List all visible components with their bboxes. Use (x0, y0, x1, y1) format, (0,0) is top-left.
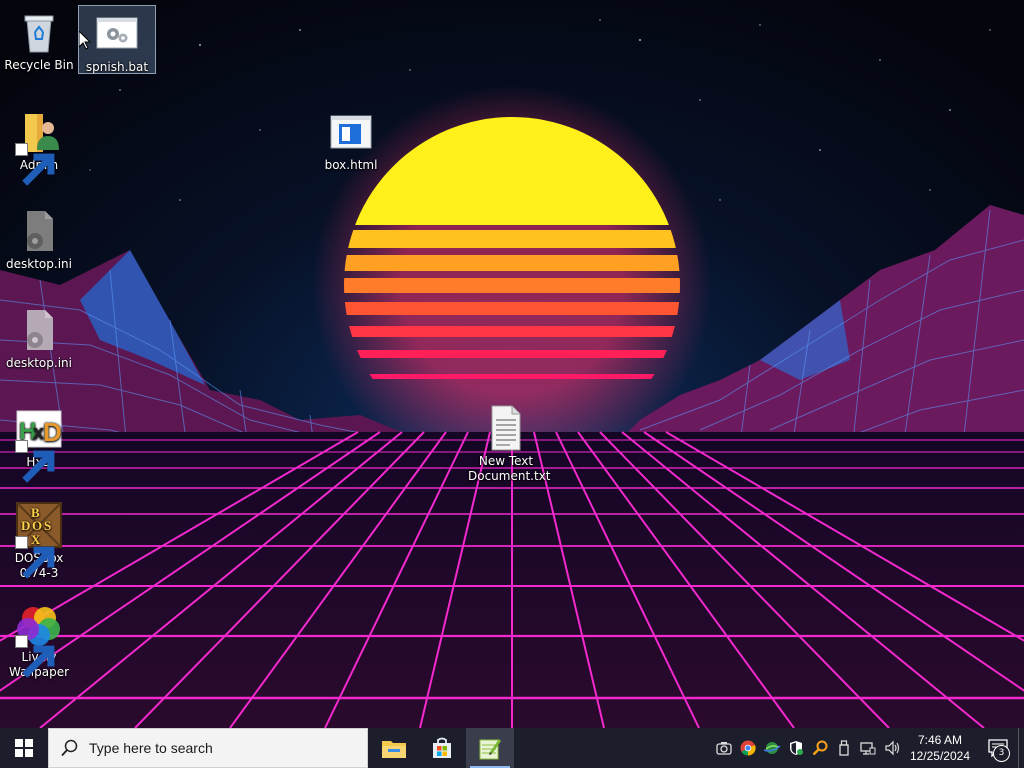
tray-chrome[interactable] (736, 728, 760, 768)
desktop-icon-label: Recycle Bin (4, 58, 74, 72)
user-folder-icon (15, 108, 63, 186)
desktop-icon-label: desktop.ini (6, 257, 72, 271)
search-icon (61, 739, 78, 757)
desktop-icon-dosbox[interactable]: B D O S X DOSBox 0.74-3 (1, 497, 77, 581)
search-placeholder: Type here to search (89, 740, 213, 756)
desktop-icon-new-text-document[interactable]: New Text Document.txt (468, 400, 551, 484)
clock-date: 12/25/2024 (909, 749, 970, 763)
tray-usb[interactable] (832, 728, 856, 768)
html-file-icon (327, 108, 375, 156)
desktop-icon-desktop-ini-1[interactable]: desktop.ini (1, 203, 77, 272)
desktop-icon-desktop-ini-2[interactable]: desktop.ini (1, 302, 77, 371)
shortcut-arrow-icon (15, 536, 55, 579)
tray-camera[interactable] (712, 728, 736, 768)
tray-search-tool[interactable] (808, 728, 832, 768)
show-desktop-button[interactable] (1018, 728, 1024, 768)
settings-file-icon (15, 207, 63, 255)
recycle-bin-icon (15, 8, 63, 56)
text-document-icon (482, 404, 530, 452)
desktop-icon-box-html[interactable]: box.html (313, 104, 389, 173)
system-tray: 7:46 AM 12/25/2024 3 (712, 728, 1024, 768)
network-globe-icon (763, 742, 780, 754)
usb-icon (839, 740, 849, 756)
wallpaper (0, 0, 1024, 728)
security-shield-icon (789, 741, 803, 755)
shortcut-arrow-icon (15, 440, 55, 483)
taskbar-app-file-explorer[interactable] (370, 728, 418, 768)
windows-logo-icon (15, 739, 33, 757)
batch-file-icon (93, 10, 141, 58)
taskbar-clock[interactable]: 7:46 AM 12/25/2024 (904, 732, 978, 764)
desktop-icon-lively-wallpaper[interactable]: Lively Wallpaper (1, 596, 77, 680)
hxd-icon: H x D (15, 405, 63, 483)
tray-network[interactable] (856, 728, 880, 768)
tray-security[interactable] (784, 728, 808, 768)
taskbar-app-microsoft-store[interactable] (418, 728, 466, 768)
notepad-plus-icon (479, 739, 501, 760)
search-tool-icon (812, 740, 828, 756)
dosbox-icon: B D O S X (15, 501, 63, 579)
mouse-cursor-icon (79, 31, 91, 50)
chrome-icon (740, 740, 756, 756)
desktop-icon-admin[interactable]: Admin (1, 104, 77, 186)
file-explorer-icon (382, 741, 406, 758)
search-box[interactable]: Type here to search (48, 728, 368, 768)
desktop-icon-label: New Text Document.txt (468, 454, 551, 483)
desktop-icon-hxd[interactable]: H x D HxD (1, 401, 77, 483)
settings-file-icon (15, 306, 63, 354)
taskbar: Type here to search 7:46 AM 12/25/2024 3 (0, 728, 1024, 768)
taskbar-app-notepad-plus-plus[interactable] (466, 728, 514, 768)
tray-volume[interactable] (880, 728, 904, 768)
desktop-icon-label: box.html (324, 158, 378, 172)
clock-time: 7:46 AM (917, 733, 962, 747)
volume-icon (885, 740, 900, 756)
notification-center-button[interactable]: 3 (978, 728, 1018, 768)
desktop-icon-label: desktop.ini (6, 356, 72, 370)
tray-network-globe[interactable] (760, 728, 784, 768)
store-icon (433, 737, 451, 758)
lively-wallpaper-icon (15, 600, 63, 678)
desktop[interactable]: Recycle Bin spnish.bat Admin box.html de… (0, 0, 1024, 728)
svg-text:D: D (21, 518, 30, 533)
desktop-icon-recycle-bin[interactable]: Recycle Bin (1, 4, 77, 73)
svg-text:S: S (44, 518, 51, 533)
shortcut-arrow-icon (15, 143, 55, 186)
network-icon (860, 742, 876, 755)
camera-icon (716, 742, 732, 755)
shortcut-arrow-icon (15, 635, 55, 678)
start-button[interactable] (0, 728, 48, 768)
svg-text:O: O (32, 518, 42, 533)
notification-count-badge: 3 (993, 745, 1010, 762)
desktop-icon-label: spnish.bat (85, 60, 149, 74)
